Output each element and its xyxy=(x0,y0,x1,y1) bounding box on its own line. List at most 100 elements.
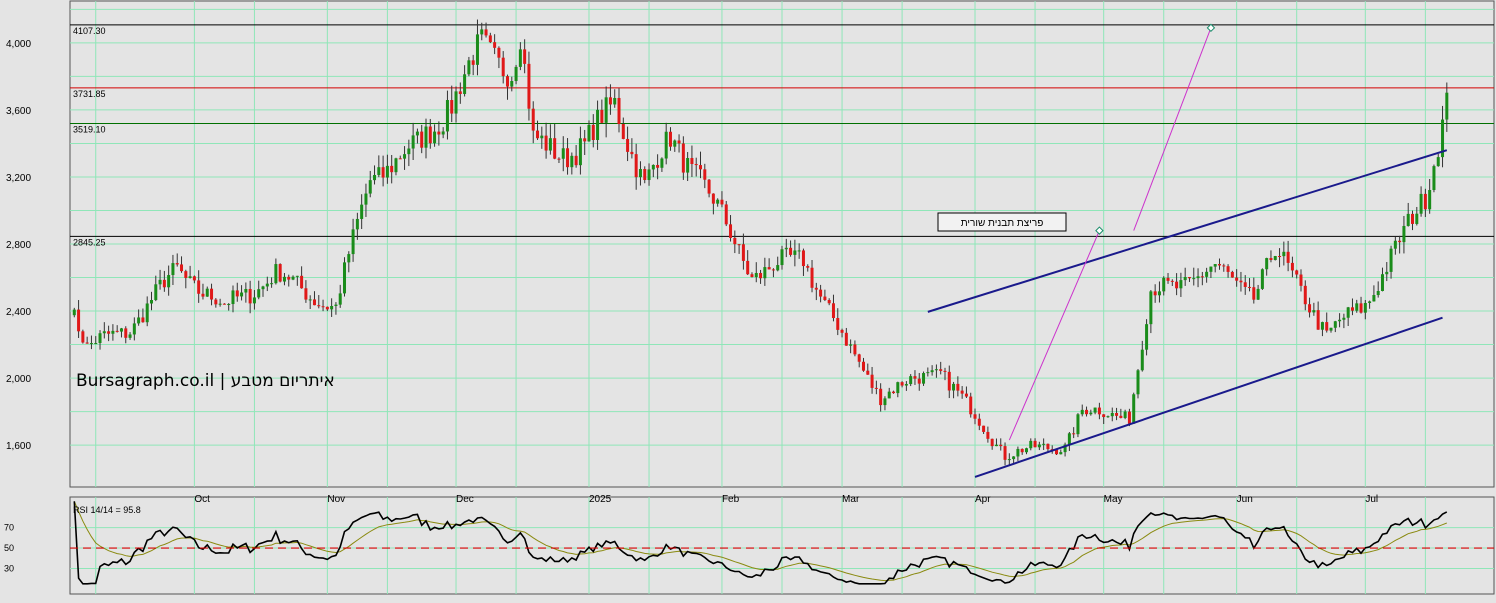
candle-body xyxy=(557,158,561,160)
candle-body xyxy=(664,131,668,159)
candle-body xyxy=(926,372,930,374)
candle-body xyxy=(1423,193,1427,210)
candle-body xyxy=(647,169,651,181)
candle-body xyxy=(677,140,681,144)
candle-body xyxy=(355,218,359,230)
candle-body xyxy=(900,382,904,386)
x-tick-label-3: 2025 xyxy=(589,494,612,505)
candle-body xyxy=(896,382,900,394)
candle-body xyxy=(1278,256,1282,258)
candle-body xyxy=(1115,412,1119,416)
candle-body xyxy=(746,260,750,275)
candle-body xyxy=(1260,269,1264,289)
candle-body xyxy=(493,42,497,48)
candle-body xyxy=(570,155,574,168)
candle-body xyxy=(308,299,312,301)
candle-body xyxy=(295,275,299,277)
candle-body xyxy=(990,438,994,447)
candle-body xyxy=(458,91,462,94)
candle-body xyxy=(823,296,827,301)
candle-body xyxy=(784,247,788,250)
candle-body xyxy=(1342,317,1346,320)
candle-body xyxy=(1097,407,1101,415)
candle-body xyxy=(518,49,522,67)
candle-body xyxy=(1175,281,1179,289)
candle-body xyxy=(1368,301,1372,303)
candle-body xyxy=(977,418,981,426)
candle-body xyxy=(922,373,926,384)
candle-body xyxy=(801,250,805,267)
candle-body xyxy=(861,361,865,371)
candle-body xyxy=(145,303,149,323)
candle-body xyxy=(394,158,398,173)
candle-body xyxy=(291,276,295,280)
candle-body xyxy=(85,342,89,344)
candle-body xyxy=(1183,277,1187,281)
candle-body xyxy=(1428,189,1432,210)
candle-body xyxy=(463,74,467,94)
candle-body xyxy=(917,378,921,384)
candle-body xyxy=(874,387,878,389)
candle-body xyxy=(1436,157,1440,167)
candle-body xyxy=(668,131,672,147)
candle-body xyxy=(373,174,377,181)
candle-body xyxy=(1376,290,1380,296)
candle-body xyxy=(1411,213,1415,224)
candle-body xyxy=(312,299,316,306)
candle-body xyxy=(171,263,175,276)
candle-body xyxy=(904,384,908,386)
chart-root: 4107.30 3731.85 3519.10 2845.25 פריצת תבנית… xyxy=(0,0,1496,598)
candle-body xyxy=(360,204,364,219)
candle-body xyxy=(973,414,977,419)
candle-body xyxy=(205,288,209,297)
candle-body xyxy=(587,124,591,142)
candle-body xyxy=(1398,240,1402,243)
candle-body xyxy=(124,328,128,338)
candle-body xyxy=(115,330,119,332)
candle-body xyxy=(119,328,123,332)
candle-body xyxy=(1359,303,1363,313)
candle-body xyxy=(690,158,694,165)
candle-body xyxy=(1110,412,1114,417)
candle-body xyxy=(407,148,411,155)
candle-body xyxy=(1372,295,1376,302)
candle-body xyxy=(107,331,111,334)
candle-body xyxy=(415,131,419,136)
candle-body xyxy=(814,287,818,290)
candle-body xyxy=(797,250,801,252)
candle-body xyxy=(1076,414,1080,435)
candle-body xyxy=(471,60,475,65)
candle-body xyxy=(317,305,321,307)
candle-body xyxy=(437,131,441,135)
candle-body xyxy=(385,165,389,178)
candle-body xyxy=(484,29,488,36)
candle-body xyxy=(870,374,874,388)
candle-body xyxy=(776,265,780,271)
candle-body xyxy=(514,66,518,82)
candle-body xyxy=(167,275,171,288)
candle-body xyxy=(1187,277,1191,279)
candle-body xyxy=(643,169,647,181)
candle-body xyxy=(994,444,998,447)
candle-body xyxy=(1282,251,1286,257)
candle-body xyxy=(1127,411,1131,424)
candle-body xyxy=(844,332,848,346)
candle-body xyxy=(930,370,934,373)
annotation-box: פריצת תבנית שורית xyxy=(937,212,1067,232)
candle-body xyxy=(1145,324,1149,350)
candle-body xyxy=(330,306,334,310)
candle-body xyxy=(943,370,947,372)
candle-body xyxy=(982,425,986,432)
candle-body xyxy=(1312,310,1316,313)
candle-body xyxy=(1350,307,1354,311)
candle-body xyxy=(1200,276,1204,278)
candle-body xyxy=(274,264,278,284)
candle-body xyxy=(1445,92,1449,120)
candle-body xyxy=(531,108,535,131)
candle-body xyxy=(210,288,214,300)
candle-body xyxy=(184,271,188,278)
candle-body xyxy=(1157,291,1161,296)
candle-body xyxy=(433,131,437,144)
candle-body xyxy=(621,124,625,139)
candle-body xyxy=(1256,288,1260,300)
